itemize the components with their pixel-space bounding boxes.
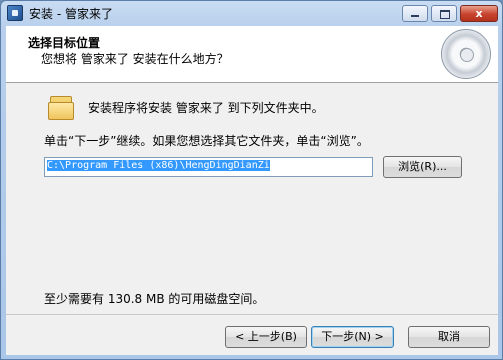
next-button[interactable]: 下一步(N) > [311,326,394,348]
page-title: 选择目标位置 [28,36,101,50]
minimize-button[interactable] [402,5,428,22]
footer-divider [6,314,498,315]
window-title: 安装 - 管家来了 [29,7,113,21]
close-icon: x [475,7,483,20]
install-path-value: C:\Program Files (x86)\HengDingDianZi [47,160,270,171]
cd-disc-icon [441,29,491,79]
cancel-button[interactable]: 取消 [408,326,490,348]
wizard-client-area: 选择目标位置 您想将 管家来了 安装在什么地方？ 安装程序将安装 管家来了 到下… [6,26,498,355]
instruction-text: 单击“下一步”继续。如果您想选择其它文件夹，单击“浏览”。 [44,134,369,148]
title-bar[interactable]: 安装 - 管家来了 x [1,1,502,25]
disk-space-text: 至少需要有 130.8 MB 的可用磁盘空间。 [44,292,265,306]
install-path-input[interactable]: C:\Program Files (x86)\HengDingDianZi [44,157,373,177]
page-subtitle: 您想将 管家来了 安装在什么地方？ [41,52,229,66]
maximize-button[interactable] [431,5,457,22]
browse-button[interactable]: 浏览(R)... [383,156,462,178]
close-button[interactable]: x [460,5,498,22]
install-info-text: 安装程序将安装 管家来了 到下列文件夹中。 [88,101,324,115]
folder-icon [48,94,78,120]
installer-window: 安装 - 管家来了 x 选择目标位置 您想将 管家来了 安装在什么地方？ 安装程… [0,0,503,360]
installer-app-icon [7,5,23,21]
back-button[interactable]: < 上一步(B) [225,326,307,348]
wizard-header: 选择目标位置 您想将 管家来了 安装在什么地方？ [6,26,498,83]
